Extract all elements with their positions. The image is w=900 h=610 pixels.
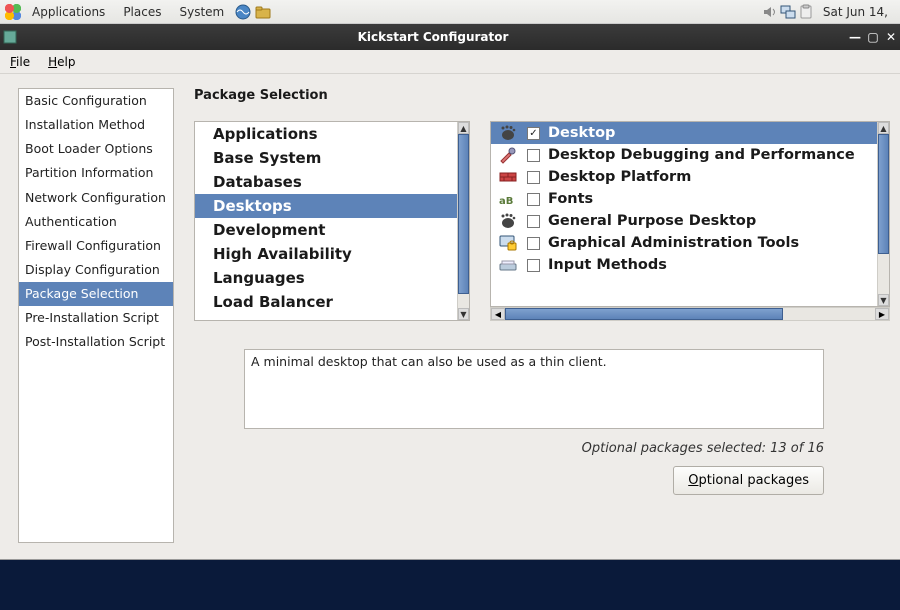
package-item[interactable]: aB Fonts [491,188,877,210]
clipboard-icon[interactable] [797,3,815,21]
app-icon [0,30,20,44]
package-label: Graphical Administration Tools [548,235,799,251]
sidebar-item[interactable]: Installation Method [19,113,173,137]
package-label: General Purpose Desktop [548,213,756,229]
scroll-right-icon[interactable]: ▶ [875,308,889,320]
package-checkbox[interactable] [527,259,540,272]
package-label: Desktop Debugging and Performance [548,147,855,163]
scroll-thumb[interactable] [505,308,783,320]
maximize-button[interactable]: ▢ [864,30,882,44]
minimize-button[interactable]: — [846,30,864,44]
sidebar-item[interactable]: Partition Information [19,161,173,185]
sidebar-item[interactable]: Boot Loader Options [19,137,173,161]
category-item[interactable]: Databases [195,170,457,194]
monitor-lock-icon [497,234,519,252]
panel-menu-system[interactable]: System [171,3,232,21]
scroll-down-icon[interactable]: ▼ [458,308,469,320]
package-item[interactable]: Input Methods [491,254,877,276]
category-item[interactable]: Languages [195,266,457,290]
category-item[interactable]: Development [195,218,457,242]
svg-text:aB: aB [499,196,513,207]
sidebar-item[interactable]: Network Configuration [19,186,173,210]
package-checkbox[interactable] [527,193,540,206]
window-title: Kickstart Configurator [20,30,846,44]
sidebar-item[interactable]: Display Configuration [19,258,173,282]
sidebar-item[interactable]: Basic Configuration [19,89,173,113]
category-item[interactable]: Base System [195,146,457,170]
desktop-top-panel: Applications Places System Sat Jun 14, [0,0,900,24]
folder-icon[interactable] [254,3,272,21]
menu-file[interactable]: File [6,53,34,71]
volume-icon[interactable] [761,3,779,21]
package-label: Desktop [548,125,615,141]
category-item[interactable]: Desktops [195,194,457,218]
package-item[interactable]: Desktop Debugging and Performance [491,144,877,166]
sidebar-item[interactable]: Firewall Configuration [19,234,173,258]
package-checkbox[interactable] [527,171,540,184]
category-item[interactable]: Load Balancer [195,290,457,314]
scroll-up-icon[interactable]: ▲ [458,122,469,134]
package-list-wrap: Desktop Desktop Debugging and Performance… [490,121,890,321]
package-vscrollbar[interactable]: ▲ ▼ [877,122,889,306]
category-list-wrap: ApplicationsBase SystemDatabasesDesktops… [194,121,470,321]
optional-packages-status: Optional packages selected: 13 of 16 [194,441,824,456]
package-item[interactable]: General Purpose Desktop [491,210,877,232]
menu-help[interactable]: Help [44,53,79,71]
font-icon: aB [497,190,519,208]
gnome-foot-icon [497,124,519,142]
category-item[interactable]: High Availability [195,242,457,266]
scroll-thumb[interactable] [458,134,469,294]
scroll-thumb[interactable] [878,134,889,254]
wrench-pencil-icon [497,146,519,164]
package-checkbox[interactable] [527,127,540,140]
package-checkbox[interactable] [527,237,540,250]
scroll-down-icon[interactable]: ▼ [878,294,889,306]
browser-icon[interactable] [234,3,252,21]
main-pane: Package Selection ApplicationsBase Syste… [194,88,890,543]
package-item[interactable]: Desktop [491,122,877,144]
package-checkbox[interactable] [527,215,540,228]
brick-icon [497,168,519,186]
package-label: Input Methods [548,257,667,273]
sidebar-item[interactable]: Package Selection [19,282,173,306]
category-item[interactable]: Applications [195,122,457,146]
optional-packages-button[interactable]: Optional packages [673,466,824,495]
sidebar-item[interactable]: Authentication [19,210,173,234]
package-item[interactable]: Graphical Administration Tools [491,232,877,254]
sidebar-item[interactable]: Post-Installation Script [19,330,173,354]
scroll-left-icon[interactable]: ◀ [491,308,505,320]
category-list: ApplicationsBase SystemDatabasesDesktops… [194,121,470,321]
scanner-icon [497,256,519,274]
title-bar: Kickstart Configurator — ▢ ✕ [0,24,900,50]
panel-menu-applications[interactable]: Applications [24,3,113,21]
package-hscrollbar[interactable]: ◀ ▶ [490,307,890,321]
sidebar-item[interactable]: Pre-Installation Script [19,306,173,330]
close-button[interactable]: ✕ [882,30,900,44]
menubar: File Help [0,50,900,74]
package-list: Desktop Desktop Debugging and Performance… [490,121,890,307]
network-icon[interactable] [779,3,797,21]
category-scrollbar[interactable]: ▲ ▼ [457,122,469,320]
section-sidebar: Basic ConfigurationInstallation MethodBo… [18,88,174,543]
panel-menu-places[interactable]: Places [115,3,169,21]
app-window: Kickstart Configurator — ▢ ✕ File Help B… [0,24,900,560]
scroll-up-icon[interactable]: ▲ [878,122,889,134]
package-checkbox[interactable] [527,149,540,162]
package-description: A minimal desktop that can also be used … [244,349,824,429]
package-label: Fonts [548,191,593,207]
package-label: Desktop Platform [548,169,691,185]
applications-logo-icon [4,3,22,21]
gnome-foot-icon [497,212,519,230]
page-title: Package Selection [194,88,890,103]
clock[interactable]: Sat Jun 14, [815,5,896,19]
package-item[interactable]: Desktop Platform [491,166,877,188]
